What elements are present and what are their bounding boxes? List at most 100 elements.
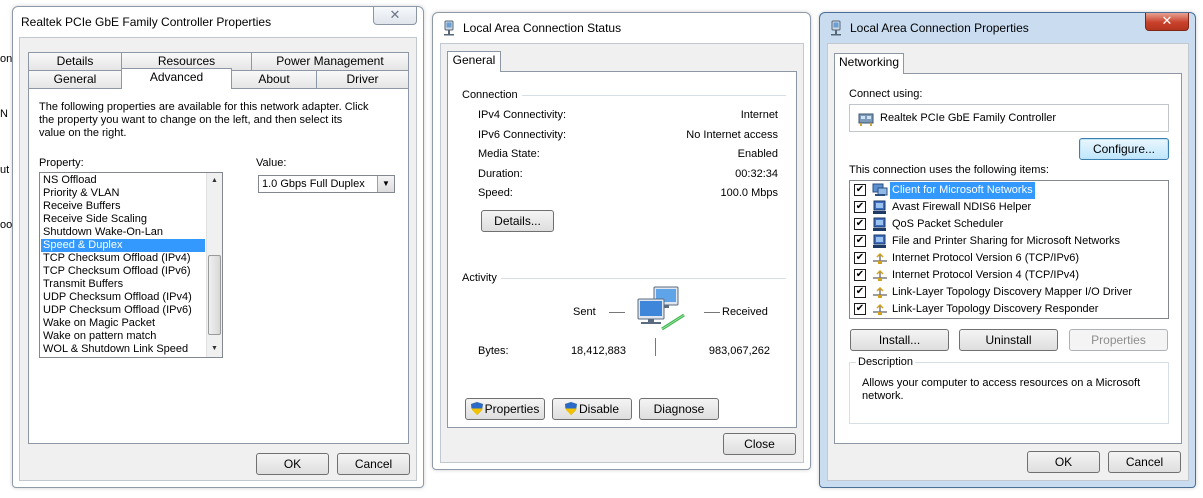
- dialog-body: Details Resources Power Management Gener…: [19, 37, 417, 481]
- value-dropdown[interactable]: 1.0 Gbps Full Duplex ▼: [258, 175, 395, 193]
- item-checkbox[interactable]: ✔: [854, 252, 866, 264]
- property-list-item[interactable]: NS Offload: [41, 174, 205, 187]
- adapter-box: Realtek PCIe GbE Family Controller: [849, 104, 1169, 132]
- connection-item[interactable]: ✔ Link-Layer Topology Discovery Responder: [850, 301, 1168, 318]
- title-bar[interactable]: Realtek PCIe GbE Family Controller Prope…: [13, 7, 423, 35]
- item-checkbox[interactable]: ✔: [854, 303, 866, 315]
- connection-row-label: Media State:: [478, 148, 540, 160]
- close-button[interactable]: Close: [723, 433, 796, 455]
- install-button[interactable]: Install...: [850, 329, 949, 351]
- tab-networking[interactable]: Networking: [834, 53, 904, 74]
- property-list-item[interactable]: Priority & VLAN: [41, 187, 205, 200]
- scroll-down-icon[interactable]: ▼: [207, 341, 222, 357]
- value-label: Value:: [256, 157, 287, 169]
- disable-button[interactable]: Disable: [552, 398, 632, 420]
- connection-item-label: Avast Firewall NDIS6 Helper: [892, 201, 1032, 213]
- tab-general[interactable]: General: [28, 70, 122, 89]
- connection-heading: Connection: [462, 89, 522, 101]
- dialog-body: General Connection IPv4 Connectivity: Int…: [440, 43, 804, 463]
- items-label: This connection uses the following items…: [849, 164, 1049, 176]
- property-list-item[interactable]: WOL & Shutdown Link Speed: [41, 343, 205, 356]
- details-button[interactable]: Details...: [481, 210, 554, 232]
- tab-driver[interactable]: Driver: [316, 70, 409, 89]
- connection-items-list[interactable]: ✔ Client for Microsoft Networks ✔ Avast Fir…: [849, 180, 1169, 319]
- fragment-text: ut: [0, 164, 10, 176]
- item-checkbox[interactable]: ✔: [854, 286, 866, 298]
- property-list-item[interactable]: Wake on pattern match: [41, 330, 205, 343]
- item-checkbox[interactable]: ✔: [854, 184, 866, 196]
- connection-row: Media State: Enabled: [478, 148, 778, 168]
- tab-general[interactable]: General: [447, 51, 501, 72]
- window-title: Realtek PCIe GbE Family Controller Prope…: [21, 15, 272, 29]
- property-list-scrollbar[interactable]: ▲ ▼: [206, 173, 222, 357]
- diagnose-button[interactable]: Diagnose: [639, 398, 719, 420]
- item-checkbox[interactable]: ✔: [854, 201, 866, 213]
- received-label: Received: [722, 306, 768, 318]
- chevron-down-icon[interactable]: ▼: [377, 176, 394, 192]
- property-list-item[interactable]: Shutdown Wake-On-Lan: [41, 226, 205, 239]
- property-list-item[interactable]: Receive Buffers: [41, 200, 205, 213]
- connection-item[interactable]: ✔ QoS Packet Scheduler: [850, 216, 1168, 233]
- service-icon: [872, 234, 888, 249]
- connection-item-label: Internet Protocol Version 6 (TCP/IPv6): [892, 252, 1080, 264]
- configure-button[interactable]: Configure...: [1079, 138, 1169, 160]
- close-icon: ✕: [1161, 13, 1173, 28]
- connection-item[interactable]: ✔ Internet Protocol Version 4 (TCP/IPv4): [850, 267, 1168, 284]
- background-window-fragment: onn N ut oo: [0, 0, 18, 498]
- adapter-properties-window: Realtek PCIe GbE Family Controller Prope…: [12, 6, 424, 488]
- property-list-item[interactable]: Wake on Magic Packet: [41, 317, 205, 330]
- description-heading: Description: [856, 356, 916, 368]
- connection-item[interactable]: ✔ Link-Layer Topology Discovery Mapper I/…: [850, 284, 1168, 301]
- connection-row-value: 100.0 Mbps: [720, 187, 778, 199]
- property-list-item[interactable]: TCP Checksum Offload (IPv4): [41, 252, 205, 265]
- connection-row: IPv6 Connectivity: No Internet access: [478, 129, 778, 149]
- connection-row-value: 00:32:34: [735, 167, 778, 180]
- ok-button[interactable]: OK: [1027, 451, 1100, 473]
- activity-heading: Activity: [462, 272, 501, 284]
- connection-item[interactable]: ✔ Internet Protocol Version 6 (TCP/IPv6): [850, 250, 1168, 267]
- close-button[interactable]: ✕: [373, 7, 417, 25]
- ok-button[interactable]: OK: [256, 453, 329, 475]
- connection-item[interactable]: ✔ Client for Microsoft Networks: [850, 182, 1168, 199]
- property-list-item[interactable]: UDP Checksum Offload (IPv4): [41, 291, 205, 304]
- advanced-tab-page: The following properties are available f…: [28, 88, 409, 444]
- property-list[interactable]: NS Offload Priority & VLAN Receive Buffers…: [39, 172, 223, 358]
- bytes-sent: 18,412,883: [570, 345, 626, 357]
- connection-item-label: Internet Protocol Version 4 (TCP/IPv4): [892, 269, 1080, 281]
- connection-item-label: Client for Microsoft Networks: [890, 182, 1035, 199]
- sent-label: Sent: [573, 306, 596, 318]
- property-list-item[interactable]: Transmit Buffers: [41, 278, 205, 291]
- item-properties-button[interactable]: Properties: [1069, 329, 1168, 351]
- property-list-item[interactable]: Speed & Duplex: [41, 239, 205, 252]
- close-button[interactable]: ✕: [1145, 13, 1189, 31]
- title-bar[interactable]: Local Area Connection Status: [433, 13, 810, 41]
- connection-row-label: Speed:: [478, 187, 513, 199]
- tab-details[interactable]: Details: [28, 52, 122, 71]
- title-bar[interactable]: Local Area Connection Properties ✕: [820, 13, 1195, 41]
- tab-about[interactable]: About: [231, 70, 317, 89]
- cancel-button[interactable]: Cancel: [337, 453, 410, 475]
- property-list-item[interactable]: UDP Checksum Offload (IPv6): [41, 304, 205, 317]
- connection-item-label: Link-Layer Topology Discovery Mapper I/O…: [892, 286, 1133, 298]
- uninstall-button[interactable]: Uninstall: [959, 329, 1058, 351]
- item-checkbox[interactable]: ✔: [854, 235, 866, 247]
- item-checkbox[interactable]: ✔: [854, 269, 866, 281]
- property-list-item[interactable]: TCP Checksum Offload (IPv6): [41, 265, 205, 278]
- window-title: Local Area Connection Properties: [850, 21, 1029, 35]
- scrollbar-thumb[interactable]: [208, 255, 221, 335]
- network-icon: [831, 20, 841, 36]
- scroll-up-icon[interactable]: ▲: [207, 173, 222, 189]
- connection-item[interactable]: ✔ File and Printer Sharing for Microsoft …: [850, 233, 1168, 250]
- network-icon: [444, 20, 454, 36]
- item-checkbox[interactable]: ✔: [854, 218, 866, 230]
- close-icon: ✕: [389, 7, 401, 22]
- properties-button[interactable]: Properties: [465, 398, 545, 420]
- connection-row-label: IPv6 Connectivity:: [478, 128, 567, 141]
- tab-power-management[interactable]: Power Management: [251, 52, 409, 71]
- adapter-icon: [858, 113, 874, 126]
- protocol-icon: [872, 268, 888, 283]
- tab-advanced[interactable]: Advanced: [121, 68, 232, 89]
- connection-item[interactable]: ✔ Avast Firewall NDIS6 Helper: [850, 199, 1168, 216]
- property-list-item[interactable]: Receive Side Scaling: [41, 213, 205, 226]
- cancel-button[interactable]: Cancel: [1108, 451, 1181, 473]
